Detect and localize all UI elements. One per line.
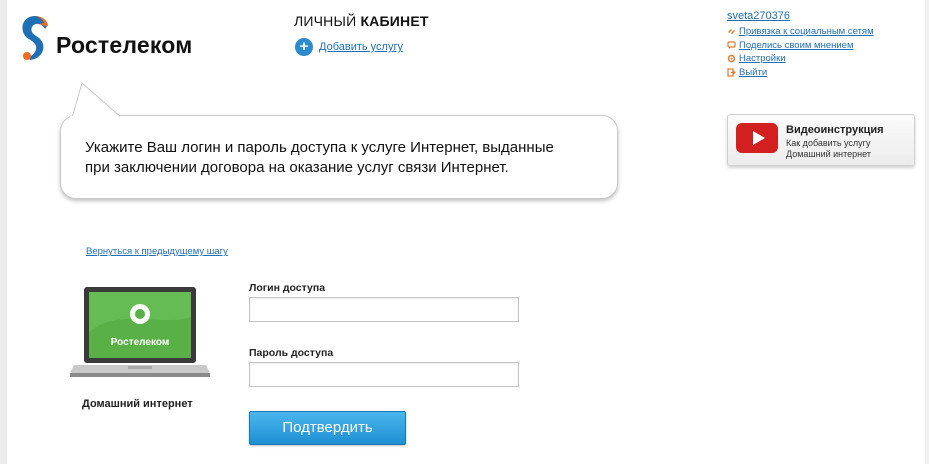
page-title-regular: ЛИЧНЫЙ bbox=[294, 13, 361, 29]
menu-item-social[interactable]: Привязка к социальным сетям bbox=[727, 25, 917, 39]
login-label: Логин доступа bbox=[249, 282, 326, 294]
instruction-bubble-body: Укажите Ваш логин и пароль доступа к усл… bbox=[60, 115, 618, 199]
add-service-label: Добавить услугу bbox=[319, 41, 403, 53]
menu-item-social-label: Привязка к социальным сетям bbox=[739, 26, 874, 38]
feedback-icon bbox=[727, 41, 736, 49]
instruction-text: Укажите Ваш логин и пароль доступа к усл… bbox=[85, 138, 595, 178]
laptop-image: Ростелеком bbox=[70, 287, 210, 377]
menu-item-settings[interactable]: Настройки bbox=[727, 52, 917, 66]
left-border bbox=[0, 0, 7, 464]
rostelecom-logo[interactable]: Ростелеком bbox=[18, 12, 218, 64]
laptop-screen-logo: Ростелеком bbox=[111, 337, 169, 348]
instruction-bubble: Укажите Ваш логин и пароль доступа к усл… bbox=[60, 82, 620, 202]
social-link-icon bbox=[728, 29, 735, 35]
login-input[interactable] bbox=[249, 297, 519, 322]
instruction-line-1: Укажите Ваш логин и пароль доступа к усл… bbox=[85, 139, 554, 156]
menu-item-settings-label: Настройки bbox=[739, 53, 786, 65]
instruction-line-2: при заключении договора на оказание услу… bbox=[85, 159, 509, 176]
logout-icon bbox=[727, 68, 736, 77]
submit-button[interactable]: Подтвердить bbox=[249, 411, 406, 445]
video-subtitle-2: Домашний интернет bbox=[786, 149, 871, 159]
bubble-tail bbox=[70, 82, 130, 118]
page-title: ЛИЧНЫЙ КАБИНЕТ bbox=[294, 13, 429, 29]
username-link[interactable]: sveta270376 bbox=[727, 10, 917, 22]
back-link[interactable]: Вернуться к предыдущему шагу bbox=[86, 246, 228, 257]
password-input[interactable] bbox=[249, 362, 519, 387]
add-service-button[interactable]: + Добавить услугу bbox=[295, 37, 403, 57]
menu-item-logout-label: Выйти bbox=[739, 66, 768, 78]
video-instruction-button[interactable]: Видеоинструкция Как добавить услугу Дома… bbox=[727, 114, 915, 166]
password-label: Пароль доступа bbox=[249, 347, 334, 359]
right-border bbox=[925, 0, 929, 464]
menu-item-feedback[interactable]: Поделись своим мнением bbox=[727, 39, 917, 53]
menu-item-feedback-label: Поделись своим мнением bbox=[739, 39, 854, 51]
video-subtitle-1: Как добавить услугу bbox=[786, 138, 871, 148]
user-menu: sveta270376 Привязка к социальным сетям … bbox=[727, 10, 917, 79]
settings-icon bbox=[727, 55, 736, 63]
brand-name: Ростелеком bbox=[56, 32, 193, 58]
youtube-play-icon bbox=[736, 123, 778, 153]
product-caption: Домашний интернет bbox=[82, 398, 193, 410]
menu-item-logout[interactable]: Выйти bbox=[727, 66, 917, 80]
rostelecom-logo-icon bbox=[22, 16, 48, 60]
plus-circle-icon: + bbox=[295, 38, 313, 56]
page-title-bold: КАБИНЕТ bbox=[360, 13, 429, 29]
video-title: Видеоинструкция bbox=[786, 124, 884, 136]
